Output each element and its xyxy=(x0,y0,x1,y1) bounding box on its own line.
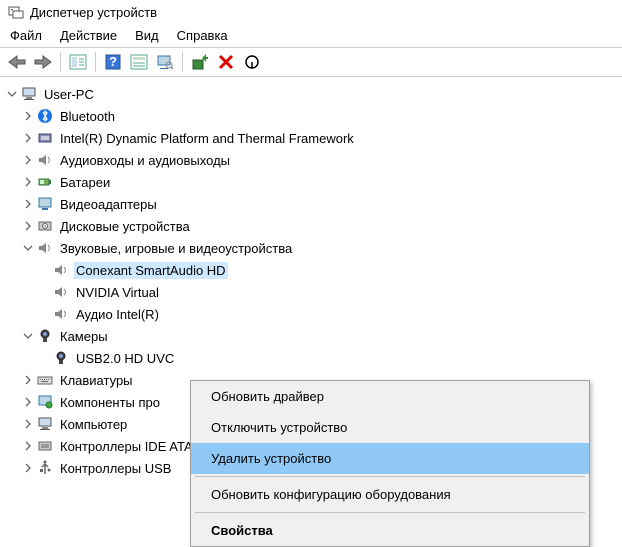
node-label: Видеоадаптеры xyxy=(58,196,159,213)
computer-icon xyxy=(20,85,38,103)
battery-icon xyxy=(36,173,54,191)
node-label: Клавиатуры xyxy=(58,372,135,389)
menu-action[interactable]: Действие xyxy=(60,28,117,43)
menu-help[interactable]: Справка xyxy=(177,28,228,43)
node-label: Аудио Intel(R) xyxy=(74,306,161,323)
tree-node-usb-camera[interactable]: USB2.0 HD UVC xyxy=(4,347,618,369)
ctx-properties[interactable]: Свойства xyxy=(191,515,589,546)
menubar: Файл Действие Вид Справка xyxy=(0,24,622,47)
node-label: Дисковые устройства xyxy=(58,218,192,235)
toolbar-separator xyxy=(95,52,96,72)
context-menu: Обновить драйвер Отключить устройство Уд… xyxy=(190,380,590,547)
speaker-icon xyxy=(36,151,54,169)
expand-icon[interactable] xyxy=(20,438,36,454)
node-label: Bluetooth xyxy=(58,108,117,125)
computer-icon xyxy=(36,415,54,433)
component-icon xyxy=(36,393,54,411)
properties-button[interactable] xyxy=(126,50,152,74)
ctx-separator xyxy=(195,476,585,477)
expand-icon[interactable] xyxy=(20,394,36,410)
speaker-icon xyxy=(52,261,70,279)
tree-node-video-adapters[interactable]: Видеоадаптеры xyxy=(4,193,618,215)
node-label: Компоненты про xyxy=(58,394,162,411)
collapse-icon[interactable] xyxy=(20,240,36,256)
expand-icon[interactable] xyxy=(20,460,36,476)
tree-node-disk-drives[interactable]: Дисковые устройства xyxy=(4,215,618,237)
svg-text:?: ? xyxy=(109,54,117,69)
node-label: Аудиовходы и аудиовыходы xyxy=(58,152,232,169)
expand-icon[interactable] xyxy=(20,174,36,190)
node-label: Контроллеры USB xyxy=(58,460,173,477)
ide-controller-icon xyxy=(36,437,54,455)
disable-button[interactable] xyxy=(239,50,265,74)
node-label: User-PC xyxy=(42,86,96,103)
back-button[interactable] xyxy=(4,50,30,74)
speaker-icon xyxy=(52,283,70,301)
toolbar: ? xyxy=(0,47,622,77)
tree-node-cameras[interactable]: Камеры xyxy=(4,325,618,347)
ctx-disable-device[interactable]: Отключить устройство xyxy=(191,412,589,443)
ctx-scan-hardware[interactable]: Обновить конфигурацию оборудования xyxy=(191,479,589,510)
node-label: Intel(R) Dynamic Platform and Thermal Fr… xyxy=(58,130,356,147)
node-label: Компьютер xyxy=(58,416,129,433)
device-tree: User-PC Bluetooth Intel(R) Dynamic Platf… xyxy=(0,77,622,485)
ctx-separator xyxy=(195,512,585,513)
speaker-icon xyxy=(52,305,70,323)
expand-icon[interactable] xyxy=(20,108,36,124)
titlebar: Диспетчер устройств xyxy=(0,0,622,24)
node-label: USB2.0 HD UVC xyxy=(74,350,176,367)
expand-icon[interactable] xyxy=(20,196,36,212)
camera-icon xyxy=(52,349,70,367)
node-label: Conexant SmartAudio HD xyxy=(74,262,228,279)
expand-icon[interactable] xyxy=(20,372,36,388)
uninstall-button[interactable] xyxy=(213,50,239,74)
tree-node-nvidia-virtual[interactable]: NVIDIA Virtual xyxy=(4,281,618,303)
node-label: Камеры xyxy=(58,328,110,345)
tree-node-audio-io[interactable]: Аудиовходы и аудиовыходы xyxy=(4,149,618,171)
scan-hardware-button[interactable] xyxy=(152,50,178,74)
bluetooth-icon xyxy=(36,107,54,125)
toolbar-separator xyxy=(182,52,183,72)
menu-file[interactable]: Файл xyxy=(10,28,42,43)
collapse-icon[interactable] xyxy=(4,86,20,102)
ctx-update-driver[interactable]: Обновить драйвер xyxy=(191,381,589,412)
keyboard-icon xyxy=(36,371,54,389)
expand-icon[interactable] xyxy=(20,152,36,168)
expand-icon[interactable] xyxy=(20,416,36,432)
toolbar-separator xyxy=(60,52,61,72)
window-title: Диспетчер устройств xyxy=(30,5,157,20)
ctx-uninstall-device[interactable]: Удалить устройство xyxy=(191,443,589,474)
system-device-icon xyxy=(36,129,54,147)
node-label: Звуковые, игровые и видеоустройства xyxy=(58,240,294,257)
display-adapter-icon xyxy=(36,195,54,213)
node-label: Батареи xyxy=(58,174,112,191)
tree-node-sound-game[interactable]: Звуковые, игровые и видеоустройства xyxy=(4,237,618,259)
tree-node-batteries[interactable]: Батареи xyxy=(4,171,618,193)
expand-icon[interactable] xyxy=(20,130,36,146)
tree-root-node[interactable]: User-PC xyxy=(4,83,618,105)
collapse-icon[interactable] xyxy=(20,328,36,344)
disk-drive-icon xyxy=(36,217,54,235)
camera-icon xyxy=(36,327,54,345)
menu-view[interactable]: Вид xyxy=(135,28,159,43)
app-icon xyxy=(8,4,24,20)
tree-node-conexant[interactable]: Conexant SmartAudio HD xyxy=(4,259,618,281)
update-driver-button[interactable] xyxy=(187,50,213,74)
speaker-icon xyxy=(36,239,54,257)
expand-icon[interactable] xyxy=(20,218,36,234)
tree-node-intel-audio[interactable]: Аудио Intel(R) xyxy=(4,303,618,325)
tree-node-intel-dptf[interactable]: Intel(R) Dynamic Platform and Thermal Fr… xyxy=(4,127,618,149)
show-hide-tree-button[interactable] xyxy=(65,50,91,74)
node-label: NVIDIA Virtual xyxy=(74,284,161,301)
forward-button[interactable] xyxy=(30,50,56,74)
help-button[interactable]: ? xyxy=(100,50,126,74)
tree-node-bluetooth[interactable]: Bluetooth xyxy=(4,105,618,127)
usb-icon xyxy=(36,459,54,477)
